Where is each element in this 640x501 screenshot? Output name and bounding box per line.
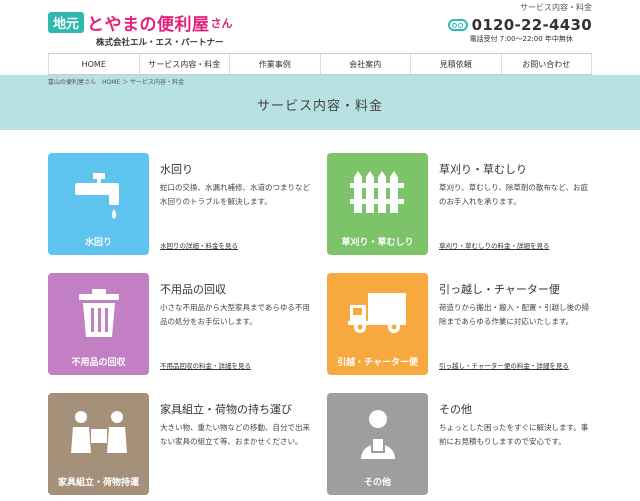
service-tile-grass[interactable]: 草刈り・草むしり (327, 153, 428, 255)
fence-icon (349, 171, 404, 213)
phone-hours: 電話受付 7:00〜22:00 年中無休 (469, 35, 573, 43)
card-detail-link[interactable]: 水回りの詳細・料金を見る (160, 240, 238, 250)
nav-contact[interactable]: お問い合わせ (502, 54, 592, 74)
card-title: 引っ越し・チャーター便 (439, 283, 560, 296)
logo-badge: 地元 (48, 12, 85, 33)
tile-label: 草刈り・草むしり (341, 238, 414, 248)
service-tile-water[interactable]: 水回り (48, 153, 149, 255)
card-title: 水回り (160, 163, 193, 176)
tile-label: 不用品の回収 (71, 358, 126, 368)
tile-label: 家具組立・荷物持運 (57, 478, 139, 488)
site-logo[interactable]: 地元 とやまの便利屋 さん 株式会社エル・エス・パートナー (48, 10, 233, 48)
card-desc: 小さな不用品から大型家具まであらゆる不用品の処分をお手伝いします。 (160, 303, 310, 326)
card-title: 草刈り・草むしり (439, 163, 527, 176)
card-desc: 大きい物、重たい物などの移動、自分で出来ない家具の組立て等、おまかせください。 (160, 423, 310, 446)
phone-block[interactable]: 0120-22-4430 電話受付 7:00〜22:00 年中無休 (447, 16, 592, 44)
breadcrumb[interactable]: 富山の便利屋さん HOME ＞ サービス内容・料金 (48, 77, 184, 86)
service-card-moving: 引越・チャーター便 引っ越し・チャーター便 荷造りから搬出・搬入・配置・引越し後… (327, 273, 597, 381)
company-name: 株式会社エル・エス・パートナー (96, 38, 224, 48)
service-card-water: 水回り 水回り 蛇口の交換、水漏れ補修、水道のつまりなど水回りのトラブルを解決し… (48, 153, 318, 261)
page-title: サービス内容・料金 (256, 99, 383, 114)
page-banner: 富山の便利屋さん HOME ＞ サービス内容・料金 サービス内容・料金 (0, 75, 640, 130)
faucet-icon (74, 173, 119, 219)
trash-icon (78, 289, 119, 337)
card-desc: 草刈り、草むしり、除草剤の散布など、お庭のお手入れを承ります。 (439, 183, 589, 206)
service-card-waste: 不用品の回収 不用品の回収 小さな不用品から大型家具まであらゆる不用品の処分をお… (48, 273, 318, 381)
tile-label: 水回り (84, 238, 112, 248)
logo-main: とやまの便利屋 (87, 15, 210, 35)
card-title: 不用品の回収 (160, 283, 226, 296)
nav-company[interactable]: 会社案内 (321, 54, 411, 74)
service-tile-waste[interactable]: 不用品の回収 (48, 273, 149, 375)
card-detail-link[interactable]: 引っ越し・チャーター便の料金・詳細を見る (439, 360, 569, 370)
nav-works[interactable]: 作業事例 (230, 54, 321, 74)
card-desc: ちょっとした困ったをすぐに解決します。事前にお見積もりしますので安心です。 (439, 423, 589, 446)
service-card-grass: 草刈り・草むしり 草刈り・草むしり 草刈り、草むしり、除草剤の散布など、お庭のお… (327, 153, 597, 261)
tile-label: その他 (363, 478, 391, 488)
tile-label: 引越・チャーター便 (337, 358, 418, 368)
card-detail-link[interactable]: 不用品回収の料金・詳細を見る (160, 360, 251, 370)
freedial-icon (447, 19, 468, 31)
nav-home[interactable]: HOME (48, 54, 140, 74)
card-title: その他 (439, 403, 472, 416)
card-desc: 蛇口の交換、水漏れ補修、水道のつまりなど水回りのトラブルを解決します。 (160, 183, 310, 206)
card-detail-link[interactable]: 草刈り・草むしりの料金・詳細を見る (439, 240, 550, 250)
service-card-furniture: 家具組立・荷物持運 家具組立・荷物の持ち運び 大きい物、重たい物などの移動、自分… (48, 393, 318, 501)
phone-number: 0120-22-4430 (471, 16, 592, 34)
card-desc: 荷造りから搬出・搬入・配置・引越し後の掃除まであらゆる作業に対応いたします。 (439, 303, 589, 326)
card-title: 家具組立・荷物の持ち運び (160, 403, 292, 416)
truck-icon (347, 293, 406, 333)
nav-estimate[interactable]: 見積依頼 (411, 54, 502, 74)
service-tile-moving[interactable]: 引越・チャーター便 (327, 273, 428, 375)
nav-services[interactable]: サービス内容・料金 (140, 54, 230, 74)
service-card-other: その他 その他 ちょっとした困ったをすぐに解決します。事前にお見積もりしますので… (327, 393, 597, 501)
person-icon (360, 410, 395, 459)
main-nav: HOME サービス内容・料金 作業事例 会社案内 見積依頼 お問い合わせ (48, 53, 592, 75)
top-tagline: サービス内容・料金 (520, 3, 592, 12)
movers-icon (70, 411, 127, 453)
logo-san: さん (210, 16, 233, 30)
